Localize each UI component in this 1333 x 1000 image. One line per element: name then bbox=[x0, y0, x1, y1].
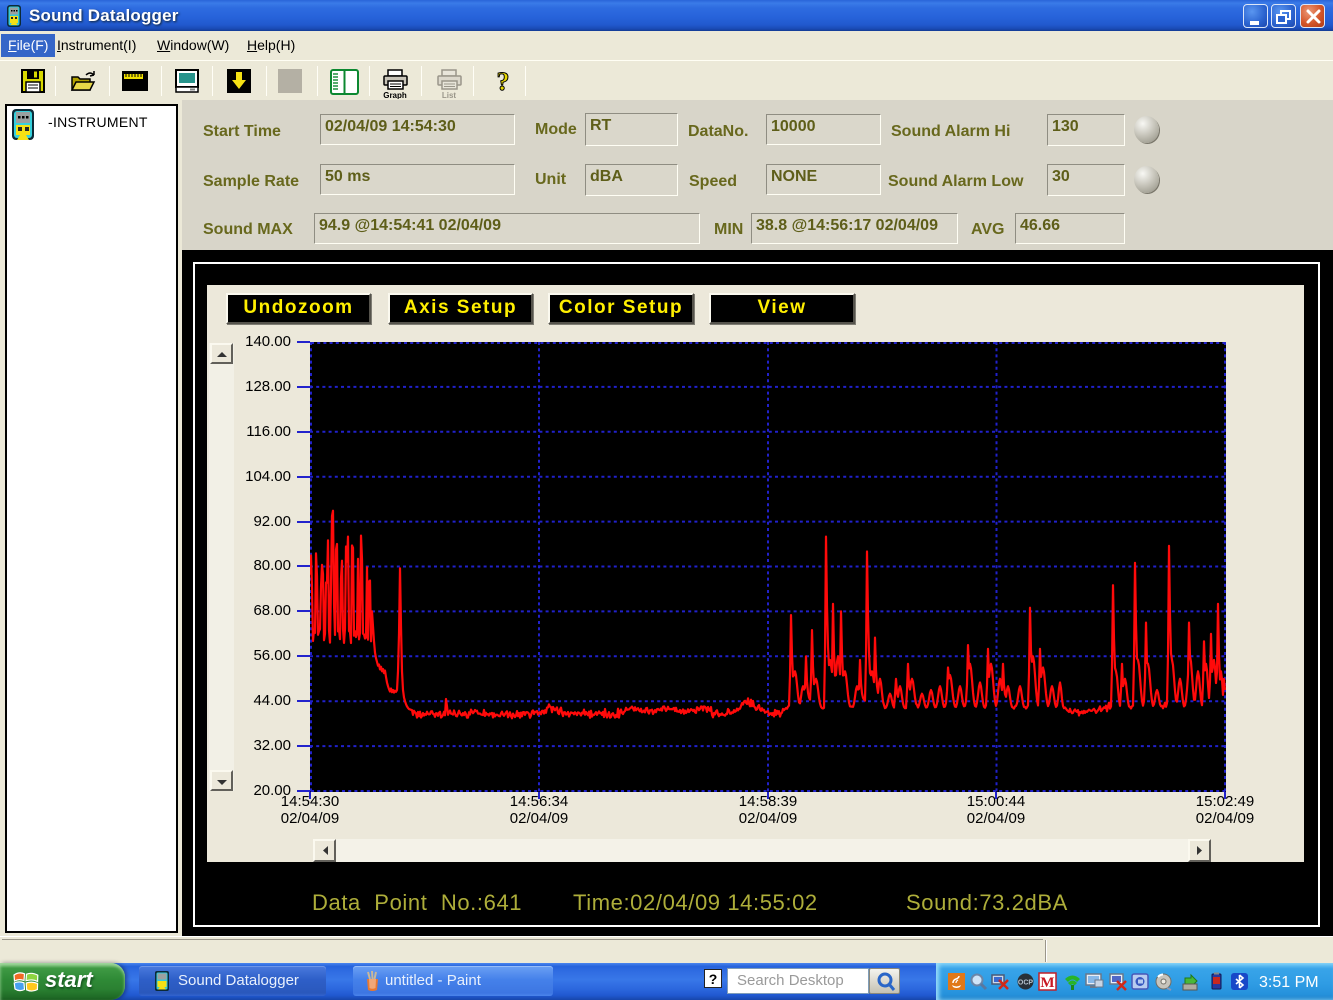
svg-text:OCP: OCP bbox=[1018, 980, 1034, 987]
svg-text:M: M bbox=[1040, 975, 1054, 991]
svg-text:Graph: Graph bbox=[383, 91, 407, 99]
svg-text:?: ? bbox=[497, 69, 510, 95]
svg-text:List: List bbox=[442, 91, 457, 99]
